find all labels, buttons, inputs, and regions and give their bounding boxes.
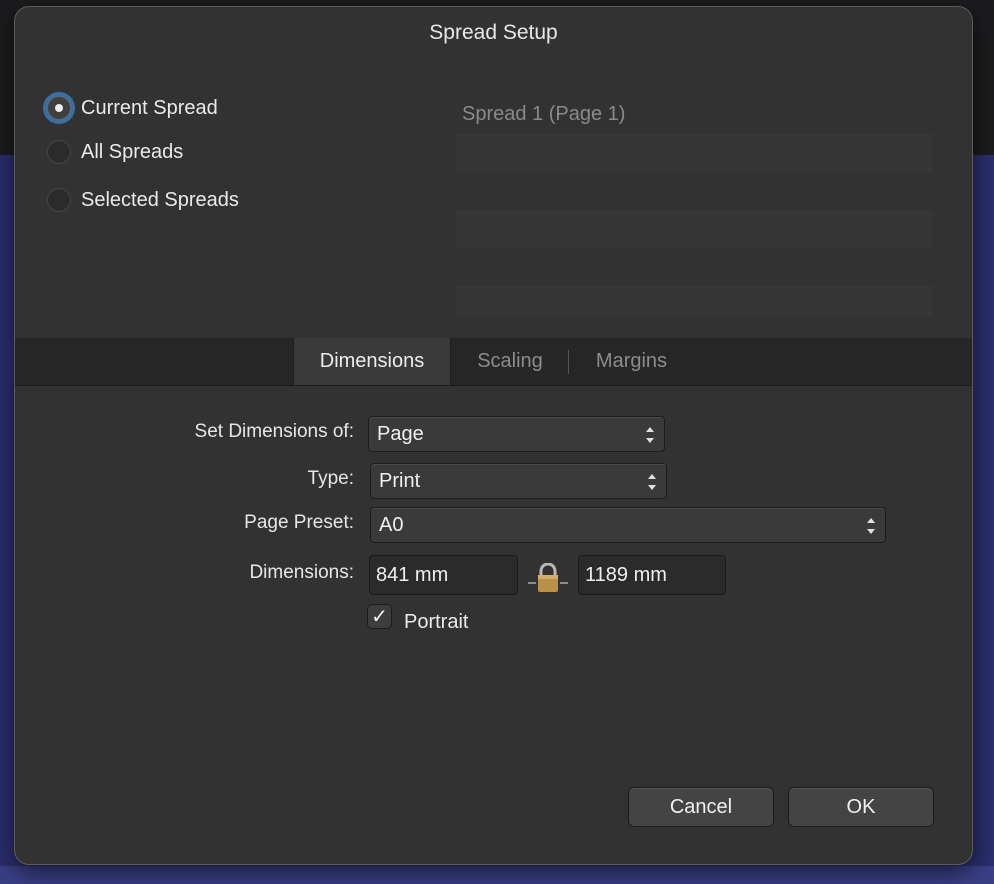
radio-button[interactable]	[47, 140, 71, 164]
tab-bar: Dimensions Scaling Margins	[15, 338, 972, 386]
radio-button-selected[interactable]	[47, 96, 71, 120]
height-field[interactable]: 1189 mm	[578, 555, 726, 595]
checkmark-icon: ✓	[371, 606, 388, 628]
portrait-label[interactable]: Portrait	[404, 611, 468, 634]
dimensions-label: Dimensions:	[249, 562, 354, 583]
page-preset-label: Page Preset:	[244, 512, 354, 533]
tab-scaling[interactable]: Scaling	[455, 338, 565, 385]
tab-margins[interactable]: Margins	[575, 338, 688, 385]
portrait-checkbox[interactable]: ✓	[367, 604, 392, 629]
ok-button[interactable]: OK	[788, 787, 934, 827]
set-dimensions-label: Set Dimensions of:	[194, 421, 354, 442]
width-field[interactable]: 841 mm	[369, 555, 518, 595]
updown-chevron-icon	[645, 424, 655, 446]
set-dimensions-value: Page	[377, 422, 424, 445]
spread-setup-dialog: Spread Setup Current Spread All Spreads …	[15, 7, 972, 864]
tab-separator	[568, 350, 569, 374]
cancel-button[interactable]: Cancel	[628, 787, 774, 827]
spread-list-row[interactable]	[456, 210, 932, 248]
radio-label-current-spread: Current Spread	[81, 96, 218, 119]
spread-list-row[interactable]	[456, 286, 932, 316]
updown-chevron-icon	[647, 471, 657, 493]
spread-list-header[interactable]: Spread 1 (Page 1)	[462, 103, 625, 126]
page-preset-value: A0	[379, 513, 404, 536]
tab-dimensions[interactable]: Dimensions	[293, 338, 451, 385]
radio-button[interactable]	[47, 188, 71, 212]
radio-all-spreads[interactable]: All Spreads	[47, 140, 183, 164]
type-label: Type:	[307, 468, 354, 489]
type-select[interactable]: Print	[370, 463, 667, 499]
desktop-backdrop-blue	[0, 866, 994, 884]
spread-list-row[interactable]	[456, 134, 932, 172]
radio-label-selected-spreads: Selected Spreads	[81, 188, 239, 211]
radio-selected-spreads[interactable]: Selected Spreads	[47, 188, 239, 212]
lock-icon[interactable]	[528, 562, 568, 595]
set-dimensions-select[interactable]: Page	[368, 416, 665, 452]
page-preset-select[interactable]: A0	[370, 507, 886, 543]
updown-chevron-icon	[866, 515, 876, 537]
radio-current-spread[interactable]: Current Spread	[47, 96, 218, 120]
dialog-title: Spread Setup	[429, 21, 558, 44]
type-value: Print	[379, 469, 421, 492]
radio-label-all-spreads: All Spreads	[81, 140, 184, 163]
